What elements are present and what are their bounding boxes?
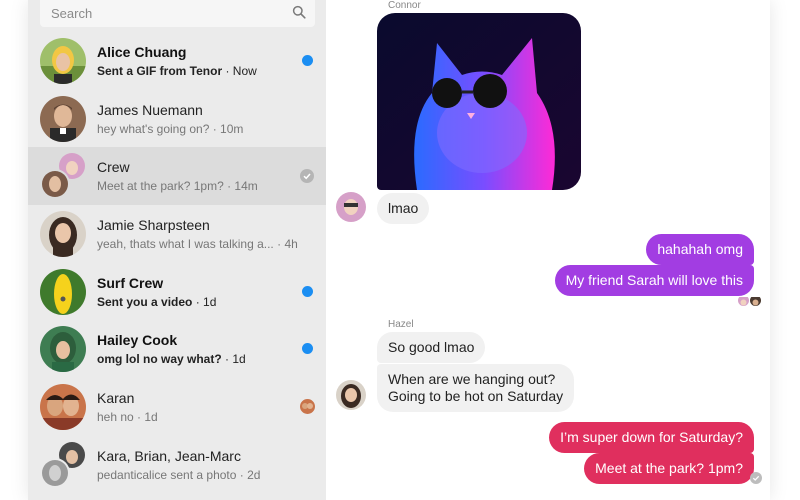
seen-avatar [300, 399, 315, 415]
unread-dot [302, 55, 313, 66]
message-bubble[interactable]: I’m super down for Saturday? [549, 422, 754, 453]
chat-preview: Meet at the park? 1pm? · 14m [97, 179, 258, 194]
message-bubble[interactable]: hahahah omg [646, 234, 754, 265]
chat-preview: heh no · 1d [97, 410, 158, 425]
check-circle-icon [300, 169, 314, 184]
group-avatar [40, 153, 86, 200]
hazel-avatar [336, 380, 366, 410]
chat-item-alice-chuang[interactable]: Alice Chuang Sent a GIF from Tenor · Now [28, 32, 326, 90]
message-bubble[interactable]: My friend Sarah will love this [554, 265, 754, 296]
chat-name: Hailey Cook [97, 332, 178, 349]
chat-name: Surf Crew [97, 274, 164, 291]
search-icon[interactable] [292, 5, 306, 19]
message-bubble[interactable]: So good lmao [377, 332, 486, 363]
chat-name: James Nuemann [97, 101, 203, 118]
avatar [40, 38, 86, 84]
chat-list: Alice Chuang Sent a GIF from Tenor · Now… [28, 32, 326, 494]
chat-preview: Sent you a video · 1d [97, 294, 217, 309]
chat-preview: hey what's going on? · 10m [97, 121, 244, 136]
sender-name: Connor [388, 0, 421, 11]
chat-item-crew[interactable]: Crew Meet at the park? 1pm? · 14m [28, 147, 326, 206]
message-bubble[interactable]: lmao [377, 193, 430, 224]
check-circle-icon [750, 472, 762, 484]
read-receipt-avatar [738, 295, 749, 306]
message-bubble[interactable]: When are we hanging out? Going to be hot… [377, 364, 575, 412]
chat-name: Alice Chuang [97, 44, 187, 60]
message-bubble[interactable]: Meet at the park? 1pm? [584, 453, 754, 484]
chat-item-surf-crew[interactable]: Surf Crew Sent you a video · 1d [28, 263, 326, 321]
connor-avatar [336, 192, 366, 222]
chat-item-kara-brian-jean-marc[interactable]: Kara, Brian, Jean-Marc pedanticalice sen… [28, 436, 326, 494]
conversation-sidebar: Search Alice Chuang Sent a GIF from Teno… [28, 0, 326, 500]
shared-gif[interactable] [377, 13, 581, 190]
chat-item-karan[interactable]: Karan heh no · 1d [28, 378, 326, 436]
chat-name: Crew [97, 159, 130, 176]
avatar [40, 326, 86, 373]
chat-name: Jamie Sharpsteen [97, 217, 210, 234]
conversation-pane: Connor lmao hahahah omg My friend Sarah … [326, 0, 770, 500]
message-line: When are we hanging out? [388, 371, 556, 387]
messenger-window: Search Alice Chuang Sent a GIF from Teno… [28, 0, 770, 500]
chat-item-jamie-sharpsteen[interactable]: Jamie Sharpsteen yeah, thats what I was … [28, 205, 326, 263]
avatar [40, 211, 86, 258]
sender-name: Hazel [388, 319, 414, 330]
avatar [40, 95, 86, 142]
avatar [40, 384, 86, 431]
search-input[interactable]: Search [51, 6, 92, 21]
chat-preview: pedanticalice sent a photo · 2d [97, 467, 261, 482]
message-line: Going to be hot on Saturday [388, 388, 564, 404]
app-frame: Search Alice Chuang Sent a GIF from Teno… [0, 0, 800, 500]
search-box[interactable]: Search [40, 0, 315, 27]
read-receipt-avatar [750, 295, 761, 306]
unread-dot [302, 343, 313, 355]
chat-preview: omg lol no way what? · 1d [97, 352, 246, 367]
chat-item-hailey-cook[interactable]: Hailey Cook omg lol no way what? · 1d [28, 320, 326, 378]
group-avatar [40, 268, 86, 315]
chat-preview: yeah, thats what I was talking a... · 4h [97, 237, 298, 252]
chat-name: Kara, Brian, Jean-Marc [97, 447, 241, 464]
chat-preview: Sent a GIF from Tenor · Now [97, 64, 257, 78]
chat-item-james-nuemann[interactable]: James Nuemann hey what's going on? · 10m [28, 90, 326, 148]
group-avatar [40, 441, 86, 488]
chat-name: Karan [97, 390, 135, 407]
unread-dot [302, 285, 313, 297]
